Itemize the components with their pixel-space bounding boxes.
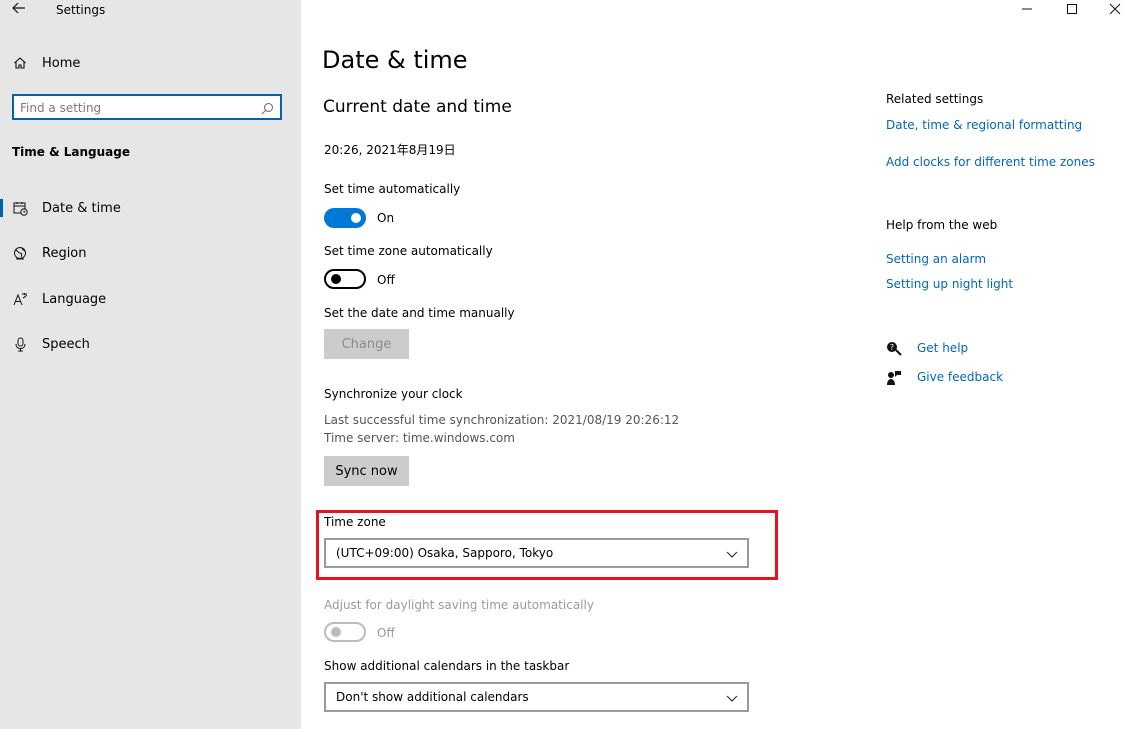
calendars-select[interactable]: Don't show additional calendars (324, 682, 749, 712)
window-title: Settings (56, 3, 106, 17)
current-datetime: 20:26, 2021年8月19日 (324, 143, 456, 157)
select-value: Don't show additional calendars (336, 690, 529, 704)
sidebar-item-speech[interactable]: Speech (0, 326, 301, 362)
sidebar: Settings Home Time & Language Date & tim… (0, 0, 301, 729)
minimize-button[interactable] (1021, 2, 1033, 21)
sync-now-button[interactable]: Sync now (324, 456, 409, 486)
search-box[interactable] (12, 94, 282, 120)
page-title: Date & time (322, 46, 468, 74)
section-title: Current date and time (323, 97, 512, 117)
set-zone-auto-label: Set time zone automatically (324, 244, 493, 258)
last-sync-text: Last successful time synchronization: 20… (324, 413, 680, 427)
get-help-link[interactable]: Get help (917, 341, 968, 355)
manual-label: Set the date and time manually (324, 306, 515, 320)
related-settings-heading: Related settings (886, 92, 984, 106)
time-server-text: Time server: time.windows.com (324, 431, 515, 445)
sidebar-item-label: Speech (42, 336, 90, 352)
sidebar-item-region[interactable]: Region (0, 235, 301, 271)
set-time-auto-label: Set time automatically (324, 182, 461, 196)
sidebar-item-language[interactable]: Language (0, 281, 301, 317)
microphone-icon (12, 336, 28, 352)
maximize-button[interactable] (1066, 2, 1078, 21)
sidebar-item-home[interactable]: Home (0, 45, 301, 81)
toggle-state-label: Off (377, 273, 395, 287)
time-zone-label: Time zone (324, 515, 386, 529)
search-icon[interactable] (261, 100, 274, 119)
toggle-state-label: On (377, 211, 395, 225)
dst-label: Adjust for daylight saving time automati… (324, 598, 594, 612)
close-button[interactable] (1109, 2, 1121, 21)
time-zone-select[interactable]: (UTC+09:00) Osaka, Sapporo, Tokyo (324, 538, 749, 568)
change-button[interactable]: Change (324, 329, 409, 359)
chevron-down-icon (725, 546, 739, 565)
sidebar-item-label: Home (42, 55, 81, 71)
night-light-link[interactable]: Setting up night light (886, 277, 1013, 291)
set-time-auto-toggle[interactable] (324, 208, 366, 228)
sidebar-item-label: Date & time (42, 200, 121, 216)
help-heading: Help from the web (886, 218, 998, 232)
globe-icon (12, 245, 28, 261)
chevron-down-icon (725, 690, 739, 709)
calendars-label: Show additional calendars in the taskbar (324, 659, 570, 673)
sync-label: Synchronize your clock (324, 387, 463, 401)
language-icon (12, 291, 28, 307)
setting-alarm-link[interactable]: Setting an alarm (886, 252, 986, 266)
back-arrow-icon[interactable] (12, 0, 26, 20)
dst-toggle[interactable] (324, 622, 366, 642)
calendar-clock-icon (12, 200, 28, 216)
sidebar-item-label: Language (42, 291, 107, 307)
sidebar-item-date-time[interactable]: Date & time (0, 190, 301, 226)
give-feedback-link[interactable]: Give feedback (917, 370, 1003, 384)
select-value: (UTC+09:00) Osaka, Sapporo, Tokyo (336, 546, 554, 560)
add-clocks-link[interactable]: Add clocks for different time zones (886, 155, 1095, 169)
toggle-state-label: Off (377, 626, 395, 640)
home-icon (12, 55, 28, 71)
section-heading: Time & Language (12, 145, 131, 159)
svg-text:?: ? (890, 343, 894, 352)
feedback-icon (886, 370, 902, 390)
sidebar-item-label: Region (42, 245, 87, 261)
regional-formatting-link[interactable]: Date, time & regional formatting (886, 118, 1082, 132)
search-input[interactable] (20, 99, 250, 117)
get-help-icon: ? (886, 341, 902, 361)
set-zone-auto-toggle[interactable] (324, 269, 366, 289)
